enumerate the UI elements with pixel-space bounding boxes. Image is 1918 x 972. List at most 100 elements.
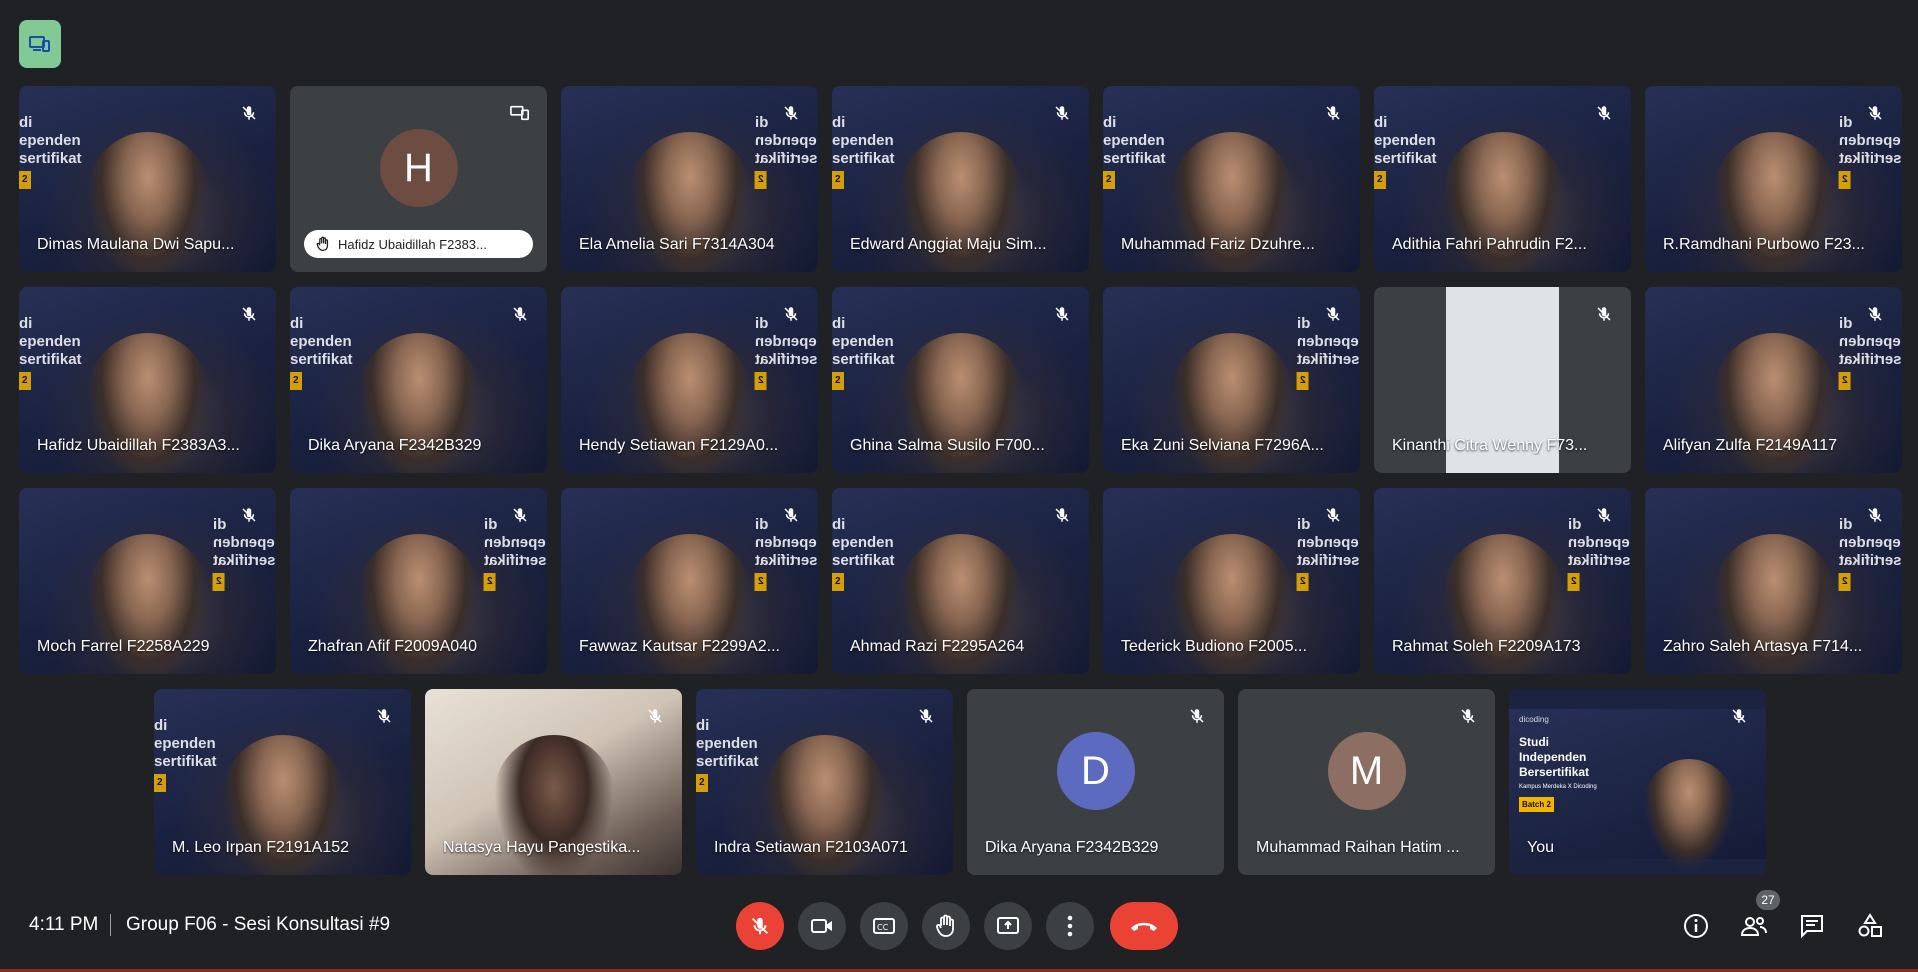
captions-button[interactable]: CC (860, 902, 908, 950)
mic-off-icon (236, 502, 262, 528)
participant-tile[interactable]: di ependen sertifikat 2 Hendy Setiawan F2129… (561, 287, 818, 473)
info-icon (1684, 914, 1708, 938)
mic-off-icon (1591, 301, 1617, 327)
participant-tile[interactable]: di ependen sertifikat 2 Fawwaz Kautsar F2299… (561, 488, 818, 674)
participant-name: Fawwaz Kautsar F2299A2... (579, 638, 780, 655)
participant-tile[interactable]: di ependen sertifikat 2 Dika Aryana F2342B32… (290, 287, 547, 473)
participant-tile[interactable]: di ependen sertifikat 2 Zahro Saleh Artasya … (1645, 488, 1902, 674)
participant-tile[interactable]: di ependen sertifikat 2 Dimas Maulana Dwi Sa… (19, 86, 276, 272)
banner-line: sertifikat (832, 552, 895, 569)
participant-tile[interactable]: di ependen sertifikat 2 Edward Anggiat Maju … (832, 86, 1089, 272)
avatar: M (1327, 732, 1406, 810)
banner-batch: 2 (832, 372, 844, 390)
self-video: dicoding Studi Independen Bersertifikat Kamp… (1509, 709, 1766, 869)
banner-line: ependen (19, 333, 81, 350)
mic-off-icon (1184, 703, 1210, 729)
banner-line: ependen (1374, 132, 1436, 149)
chat-button[interactable] (1792, 906, 1832, 946)
camera-toggle-button[interactable] (798, 902, 846, 950)
banner-batch: 2 (832, 171, 844, 189)
participant-tile[interactable]: di ependen sertifikat 2 Muhammad Fariz Dzuhr… (1103, 86, 1360, 272)
leave-call-button[interactable] (1110, 902, 1178, 950)
participant-tile[interactable]: Natasya Hayu Pangestika... (425, 689, 682, 875)
mic-toggle-button[interactable] (736, 902, 784, 950)
closed-captions-icon: CC (873, 918, 895, 934)
background-banner: di ependen sertifikat 2 (1374, 114, 1437, 189)
participant-name: R.Ramdhani Purbowo F23... (1663, 236, 1865, 253)
participant-name: Dika Aryana F2342B329 (308, 437, 482, 454)
participant-name: Hafidz Ubaidillah F2383... (338, 236, 487, 252)
activities-button[interactable] (1850, 906, 1890, 946)
banner-line: di (696, 717, 710, 734)
banner-line: sertifikat (1839, 150, 1902, 167)
meeting-details-button[interactable] (1676, 906, 1716, 946)
participant-tile[interactable]: di ependen sertifikat 2 R.Ramdhani Purbowo F… (1645, 86, 1902, 272)
participants-button[interactable] (1734, 906, 1774, 946)
banner-line: ependen (484, 534, 547, 551)
participant-name: Eka Zuni Selviana F7296A... (1121, 437, 1324, 454)
present-screen-button[interactable] (984, 902, 1032, 950)
participant-tile[interactable]: di ependen sertifikat 2 Hafidz Ubaidillah F2… (19, 287, 276, 473)
present-icon[interactable] (507, 100, 533, 126)
banner-batch: 2 (755, 171, 768, 189)
participant-tile[interactable]: di ependen sertifikat 2 Indra Setiawan F2103… (696, 689, 953, 875)
participant-tile[interactable]: di ependen sertifikat 2 Adithia Fahri Pahrud… (1374, 86, 1631, 272)
participant-tile[interactable]: di ependen sertifikat 2 Moch Farrel F2258A22… (19, 488, 276, 674)
banner-line: sertifikat (1297, 552, 1360, 569)
banner-line: sertifikat (755, 351, 818, 368)
participant-name: Hafidz Ubaidillah F2383A3... (37, 437, 240, 454)
banner-batch: 2 (1839, 573, 1852, 591)
banner-line: sertifikat (19, 150, 82, 167)
banner-batch: 2 (755, 573, 768, 591)
banner-line: sertifikat (19, 351, 82, 368)
participant-name: Muhammad Fariz Dzuhre... (1121, 236, 1315, 253)
mic-off-icon (752, 917, 768, 935)
participant-name: Ghina Salma Susilo F700... (850, 437, 1045, 454)
background-banner: di ependen sertifikat 2 (832, 114, 895, 189)
banner-line: di (832, 516, 846, 533)
banner-line: di (832, 114, 846, 131)
banner-line: ependen (1568, 534, 1631, 551)
participant-tile[interactable]: M Muhammad Raihan Hatim ... (1238, 689, 1495, 875)
people-icon (1740, 917, 1767, 936)
participant-row: di ependen sertifikat 2 Dimas Maulana Dwi Sa… (0, 86, 1918, 272)
banner-line: ependen (1839, 132, 1902, 149)
participant-tile[interactable]: H Hafidz Ubaidillah F2383... (290, 86, 547, 272)
participant-tile[interactable]: di ependen sertifikat 2 Ghina Salma Susilo F… (832, 287, 1089, 473)
participant-tile[interactable]: Kinanthi Citra Wenny F73... (1374, 287, 1631, 473)
participant-name: Rahmat Soleh F2209A173 (1392, 638, 1581, 655)
participant-tile[interactable]: dicoding Studi Independen Bersertifikat Kamp… (1509, 689, 1766, 875)
mic-off-icon (1320, 100, 1346, 126)
mic-off-icon (507, 502, 533, 528)
participant-tile[interactable]: di ependen sertifikat 2 Rahmat Soleh F2209A1… (1374, 488, 1631, 674)
participant-name: Muhammad Raihan Hatim ... (1256, 839, 1460, 856)
more-vertical-icon (1067, 915, 1073, 937)
more-options-button[interactable] (1046, 902, 1094, 950)
hand-icon (936, 914, 954, 937)
participant-tile[interactable]: D Dika Aryana F2342B329 (967, 689, 1224, 875)
banner-line: sertifikat (832, 150, 895, 167)
present-icon (997, 917, 1019, 934)
banner-line: sertifikat (1839, 351, 1902, 368)
raise-hand-button[interactable] (922, 902, 970, 950)
participant-name: Kinanthi Citra Wenny F73... (1392, 437, 1588, 454)
banner-batch: 2 (1839, 171, 1852, 189)
mic-off-icon (1455, 703, 1481, 729)
participant-tile[interactable]: di ependen sertifikat 2 Ela Amelia Sari F731… (561, 86, 818, 272)
participant-tile[interactable]: di ependen sertifikat 2 Eka Zuni Selviana F7… (1103, 287, 1360, 473)
participant-tile[interactable]: di ependen sertifikat 2 Ahmad Razi F2295A264 (832, 488, 1089, 674)
participant-name: Ela Amelia Sari F7314A304 (579, 236, 775, 253)
mic-off-icon (1049, 502, 1075, 528)
participant-name: Tederick Budiono F2005... (1121, 638, 1307, 655)
banner-batch: 2 (213, 573, 226, 591)
background-banner: di ependen sertifikat 2 (832, 315, 895, 390)
participant-tile[interactable]: di ependen sertifikat 2 Zhafran Afif F2009A0… (290, 488, 547, 674)
participant-tile[interactable]: di ependen sertifikat 2 M. Leo Irpan F2191A1… (154, 689, 411, 875)
bottom-toolbar: 4:11 PM Group F06 - Sesi Konsultasi #9 C… (0, 880, 1918, 972)
participant-name: Indra Setiawan F2103A071 (714, 839, 908, 856)
mic-off-icon (1862, 502, 1888, 528)
banner-line: sertifikat (755, 552, 818, 569)
participant-tile[interactable]: di ependen sertifikat 2 Alifyan Zulfa F2149A… (1645, 287, 1902, 473)
banner-line: sertifikat (1103, 150, 1166, 167)
participant-tile[interactable]: di ependen sertifikat 2 Tederick Budiono F20… (1103, 488, 1360, 674)
